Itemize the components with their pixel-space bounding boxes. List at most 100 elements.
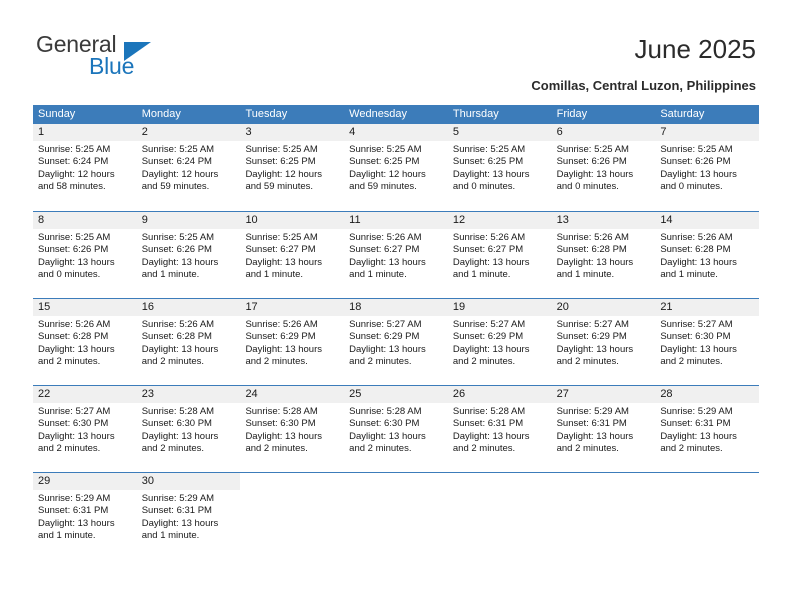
day-cell[interactable]: 12 Sunrise: 5:26 AM Sunset: 6:27 PM Dayligh… bbox=[447, 212, 552, 298]
sunset-text: Sunset: 6:27 PM bbox=[349, 244, 420, 256]
sunset-text: Sunset: 6:25 PM bbox=[349, 156, 420, 168]
day-cell[interactable]: 22 Sunrise: 5:27 AM Sunset: 6:30 PM Dayligh… bbox=[33, 386, 137, 472]
sunset-text: Sunset: 6:29 PM bbox=[245, 331, 316, 343]
daylight-text-line2: and 2 minutes. bbox=[245, 356, 308, 368]
day-cell[interactable]: 16 Sunrise: 5:26 AM Sunset: 6:28 PM Dayligh… bbox=[136, 299, 241, 385]
day-cell[interactable]: 19 Sunrise: 5:27 AM Sunset: 6:29 PM Dayligh… bbox=[447, 299, 552, 385]
day-details: Sunrise: 5:25 AM Sunset: 6:26 PM Daylight:… bbox=[33, 229, 137, 282]
weekday-friday: Friday bbox=[556, 108, 588, 120]
sunset-text: Sunset: 6:31 PM bbox=[452, 418, 524, 430]
day-cell[interactable]: 17 Sunrise: 5:26 AM Sunset: 6:29 PM Dayligh… bbox=[240, 299, 345, 385]
calendar-week-row: 1 Sunrise: 5:25 AM Sunset: 6:24 PM Daylight… bbox=[33, 124, 760, 211]
daylight-text-line2: and 58 minutes. bbox=[38, 181, 106, 193]
sunrise-text: Sunrise: 5:26 AM bbox=[141, 319, 215, 330]
day-details: Sunrise: 5:29 AM Sunset: 6:31 PM Daylight:… bbox=[552, 403, 656, 456]
daylight-text-line2: and 0 minutes. bbox=[38, 269, 101, 281]
sunrise-text: Sunrise: 5:28 AM bbox=[349, 406, 422, 417]
day-number: 11 bbox=[344, 212, 448, 229]
daylight-text-line1: Daylight: 13 hours bbox=[452, 343, 530, 355]
sunset-text: Sunset: 6:28 PM bbox=[556, 244, 627, 256]
day-cell[interactable]: 9 Sunrise: 5:25 AM Sunset: 6:26 PM Daylight… bbox=[136, 212, 241, 298]
sunrise-text: Sunrise: 5:26 AM bbox=[452, 232, 526, 243]
day-cell[interactable]: 8 Sunrise: 5:25 AM Sunset: 6:26 PM Daylight… bbox=[33, 212, 137, 298]
daylight-text-line2: and 2 minutes. bbox=[141, 443, 205, 455]
day-cell[interactable]: 14 Sunrise: 5:26 AM Sunset: 6:28 PM Dayligh… bbox=[655, 212, 760, 298]
day-cell[interactable]: 18 Sunrise: 5:27 AM Sunset: 6:29 PM Dayligh… bbox=[344, 299, 448, 385]
sunrise-text: Sunrise: 5:26 AM bbox=[245, 319, 318, 330]
day-number bbox=[344, 473, 448, 490]
day-cell[interactable]: 25 Sunrise: 5:28 AM Sunset: 6:30 PM Dayligh… bbox=[344, 386, 448, 472]
day-cell[interactable]: 13 Sunrise: 5:26 AM Sunset: 6:28 PM Dayligh… bbox=[551, 212, 656, 298]
day-cell[interactable]: 6 Sunrise: 5:25 AM Sunset: 6:26 PM Daylight… bbox=[551, 124, 656, 211]
day-cell[interactable]: 1 Sunrise: 5:25 AM Sunset: 6:24 PM Daylight… bbox=[33, 124, 137, 211]
day-number: 4 bbox=[344, 124, 448, 141]
day-details: Sunrise: 5:29 AM Sunset: 6:31 PM Daylight:… bbox=[137, 490, 241, 543]
sunrise-text: Sunrise: 5:25 AM bbox=[141, 144, 215, 155]
day-cell[interactable]: 29 Sunrise: 5:29 AM Sunset: 6:31 PM Dayligh… bbox=[33, 473, 137, 559]
day-cell[interactable]: 27 Sunrise: 5:29 AM Sunset: 6:31 PM Dayligh… bbox=[551, 386, 656, 472]
day-number: 28 bbox=[655, 386, 760, 403]
day-number: 15 bbox=[33, 299, 137, 316]
daylight-text-line2: and 0 minutes. bbox=[660, 181, 723, 193]
sunrise-text: Sunrise: 5:29 AM bbox=[660, 406, 733, 417]
day-cell[interactable]: 28 Sunrise: 5:29 AM Sunset: 6:31 PM Dayligh… bbox=[655, 386, 760, 472]
sunrise-text: Sunrise: 5:25 AM bbox=[660, 144, 733, 155]
day-details: Sunrise: 5:26 AM Sunset: 6:27 PM Daylight:… bbox=[344, 229, 448, 282]
day-cell[interactable]: 11 Sunrise: 5:26 AM Sunset: 6:27 PM Dayligh… bbox=[344, 212, 448, 298]
daylight-text-line2: and 1 minute. bbox=[660, 269, 718, 281]
sunset-text: Sunset: 6:31 PM bbox=[141, 505, 212, 517]
day-number: 29 bbox=[33, 473, 137, 490]
day-details: Sunrise: 5:26 AM Sunset: 6:28 PM Daylight:… bbox=[655, 229, 759, 282]
sunrise-text: Sunrise: 5:27 AM bbox=[660, 319, 733, 330]
day-number: 2 bbox=[136, 124, 241, 141]
day-details: Sunrise: 5:28 AM Sunset: 6:30 PM Daylight:… bbox=[137, 403, 241, 456]
day-cell[interactable]: 23 Sunrise: 5:28 AM Sunset: 6:30 PM Dayligh… bbox=[136, 386, 241, 472]
daylight-text-line2: and 2 minutes. bbox=[38, 443, 101, 455]
daylight-text-line1: Daylight: 13 hours bbox=[245, 256, 323, 268]
daylight-text-line1: Daylight: 13 hours bbox=[38, 256, 115, 268]
generalblue-logo[interactable]: General Blue bbox=[36, 32, 236, 86]
sunrise-text: Sunrise: 5:26 AM bbox=[556, 232, 629, 243]
sunrise-text: Sunrise: 5:25 AM bbox=[141, 232, 215, 243]
daylight-text-line2: and 2 minutes. bbox=[38, 356, 101, 368]
day-number: 5 bbox=[447, 124, 552, 141]
daylight-text-line1: Daylight: 13 hours bbox=[660, 168, 737, 180]
daylight-text-line1: Daylight: 13 hours bbox=[349, 343, 426, 355]
day-cell[interactable]: 26 Sunrise: 5:28 AM Sunset: 6:31 PM Dayligh… bbox=[447, 386, 552, 472]
day-details bbox=[344, 490, 448, 493]
day-details: Sunrise: 5:25 AM Sunset: 6:25 PM Daylight:… bbox=[240, 141, 344, 194]
sunset-text: Sunset: 6:26 PM bbox=[141, 244, 212, 256]
day-number: 17 bbox=[240, 299, 345, 316]
day-cell-empty bbox=[240, 473, 345, 559]
day-details: Sunrise: 5:25 AM Sunset: 6:24 PM Daylight:… bbox=[33, 141, 137, 194]
day-cell[interactable]: 5 Sunrise: 5:25 AM Sunset: 6:25 PM Daylight… bbox=[447, 124, 552, 211]
day-cell[interactable]: 15 Sunrise: 5:26 AM Sunset: 6:28 PM Dayligh… bbox=[33, 299, 137, 385]
day-number: 9 bbox=[136, 212, 241, 229]
day-cell[interactable]: 21 Sunrise: 5:27 AM Sunset: 6:30 PM Dayligh… bbox=[655, 299, 760, 385]
day-details: Sunrise: 5:27 AM Sunset: 6:30 PM Daylight:… bbox=[655, 316, 759, 369]
sunrise-text: Sunrise: 5:25 AM bbox=[245, 232, 318, 243]
day-cell[interactable]: 10 Sunrise: 5:25 AM Sunset: 6:27 PM Dayligh… bbox=[240, 212, 345, 298]
daylight-text-line1: Daylight: 13 hours bbox=[452, 168, 530, 180]
weekday-tuesday: Tuesday bbox=[245, 108, 288, 120]
day-cell[interactable]: 24 Sunrise: 5:28 AM Sunset: 6:30 PM Dayligh… bbox=[240, 386, 345, 472]
day-cell[interactable]: 20 Sunrise: 5:27 AM Sunset: 6:29 PM Dayligh… bbox=[551, 299, 656, 385]
day-cell-empty bbox=[447, 473, 552, 559]
day-cell[interactable]: 7 Sunrise: 5:25 AM Sunset: 6:26 PM Daylight… bbox=[655, 124, 760, 211]
daylight-text-line1: Daylight: 13 hours bbox=[38, 430, 115, 442]
daylight-text-line1: Daylight: 13 hours bbox=[245, 343, 323, 355]
daylight-text-line2: and 2 minutes. bbox=[349, 356, 412, 368]
sunset-text: Sunset: 6:29 PM bbox=[556, 331, 627, 343]
daylight-text-line2: and 2 minutes. bbox=[452, 443, 516, 455]
day-cell[interactable]: 2 Sunrise: 5:25 AM Sunset: 6:24 PM Daylight… bbox=[136, 124, 241, 211]
day-details bbox=[552, 490, 656, 493]
day-details: Sunrise: 5:25 AM Sunset: 6:27 PM Daylight:… bbox=[240, 229, 344, 282]
day-cell[interactable]: 30 Sunrise: 5:29 AM Sunset: 6:31 PM Dayligh… bbox=[136, 473, 241, 559]
daylight-text-line2: and 1 minute. bbox=[245, 269, 304, 281]
day-details bbox=[240, 490, 344, 493]
day-cell[interactable]: 4 Sunrise: 5:25 AM Sunset: 6:25 PM Daylight… bbox=[344, 124, 448, 211]
day-cell[interactable]: 3 Sunrise: 5:25 AM Sunset: 6:25 PM Daylight… bbox=[240, 124, 345, 211]
sunrise-text: Sunrise: 5:28 AM bbox=[141, 406, 215, 417]
day-number bbox=[655, 473, 760, 490]
day-cell-empty bbox=[655, 473, 760, 559]
